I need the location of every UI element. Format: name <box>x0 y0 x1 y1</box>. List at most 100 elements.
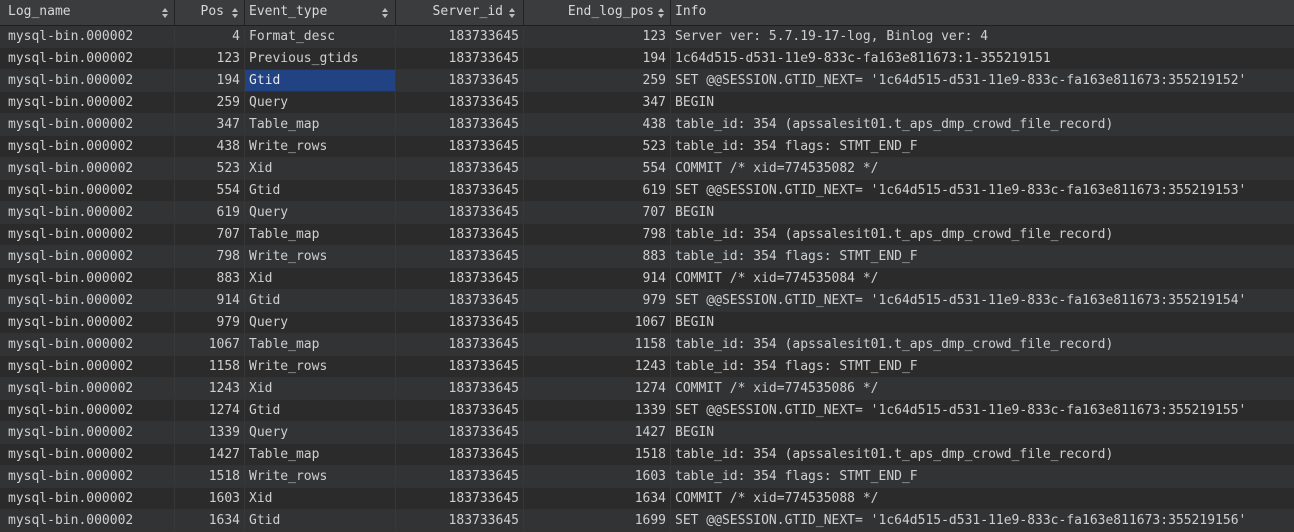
cell-pos[interactable]: 1067 <box>175 334 245 355</box>
cell-log-name[interactable]: mysql-bin.000002 <box>4 114 175 135</box>
sort-icon[interactable] <box>658 8 664 18</box>
cell-info[interactable]: table_id: 354 (apssalesit01.t_aps_dmp_cr… <box>671 444 1294 465</box>
cell-end-log-pos[interactable]: 123 <box>524 26 671 47</box>
cell-server-id[interactable]: 183733645 <box>396 510 524 531</box>
cell-info[interactable]: 1c64d515-d531-11e9-833c-fa163e811673:1-3… <box>671 48 1294 69</box>
cell-info[interactable]: table_id: 354 flags: STMT_END_F <box>671 136 1294 157</box>
cell-log-name[interactable]: mysql-bin.000002 <box>4 334 175 355</box>
cell-end-log-pos[interactable]: 259 <box>524 70 671 91</box>
cell-end-log-pos[interactable]: 194 <box>524 48 671 69</box>
sort-icon[interactable] <box>162 8 168 18</box>
cell-info[interactable]: table_id: 354 (apssalesit01.t_aps_dmp_cr… <box>671 114 1294 135</box>
cell-log-name[interactable]: mysql-bin.000002 <box>4 312 175 333</box>
table-row[interactable]: mysql-bin.000002 914 Gtid 183733645 979 SET @… <box>0 290 1294 312</box>
cell-info[interactable]: table_id: 354 (apssalesit01.t_aps_dmp_cr… <box>671 224 1294 245</box>
cell-event-type[interactable]: Write_rows <box>245 136 396 157</box>
cell-end-log-pos[interactable]: 979 <box>524 290 671 311</box>
column-header-log-name[interactable]: Log_name <box>4 0 175 25</box>
cell-server-id[interactable]: 183733645 <box>396 48 524 69</box>
table-row[interactable]: mysql-bin.000002 523 Xid 183733645 554 COMMIT… <box>0 158 1294 180</box>
cell-log-name[interactable]: mysql-bin.000002 <box>4 158 175 179</box>
cell-log-name[interactable]: mysql-bin.000002 <box>4 26 175 47</box>
cell-log-name[interactable]: mysql-bin.000002 <box>4 246 175 267</box>
cell-event-type[interactable]: Xid <box>245 378 396 399</box>
cell-info[interactable]: table_id: 354 flags: STMT_END_F <box>671 356 1294 377</box>
cell-log-name[interactable]: mysql-bin.000002 <box>4 70 175 91</box>
cell-info[interactable]: SET @@SESSION.GTID_NEXT= '1c64d515-d531-… <box>671 510 1294 531</box>
cell-info[interactable]: COMMIT /* xid=774535088 */ <box>671 488 1294 509</box>
cell-pos[interactable]: 707 <box>175 224 245 245</box>
cell-log-name[interactable]: mysql-bin.000002 <box>4 466 175 487</box>
cell-event-type[interactable]: Write_rows <box>245 466 396 487</box>
cell-end-log-pos[interactable]: 707 <box>524 202 671 223</box>
cell-event-type[interactable]: Gtid <box>245 400 396 421</box>
table-row[interactable]: mysql-bin.000002 4 Format_desc 183733645 123… <box>0 26 1294 48</box>
cell-server-id[interactable]: 183733645 <box>396 136 524 157</box>
cell-server-id[interactable]: 183733645 <box>396 422 524 443</box>
cell-pos[interactable]: 523 <box>175 158 245 179</box>
cell-log-name[interactable]: mysql-bin.000002 <box>4 92 175 113</box>
cell-server-id[interactable]: 183733645 <box>396 114 524 135</box>
cell-event-type[interactable]: Table_map <box>245 114 396 135</box>
cell-server-id[interactable]: 183733645 <box>396 466 524 487</box>
cell-event-type[interactable]: Table_map <box>245 444 396 465</box>
cell-info[interactable]: SET @@SESSION.GTID_NEXT= '1c64d515-d531-… <box>671 70 1294 91</box>
cell-info[interactable]: SET @@SESSION.GTID_NEXT= '1c64d515-d531-… <box>671 290 1294 311</box>
cell-pos[interactable]: 1274 <box>175 400 245 421</box>
table-row[interactable]: mysql-bin.000002 798 Write_rows 183733645 88… <box>0 246 1294 268</box>
table-row[interactable]: mysql-bin.000002 194 Gtid 183733645 259 SET @… <box>0 70 1294 92</box>
cell-server-id[interactable]: 183733645 <box>396 70 524 91</box>
cell-pos[interactable]: 1634 <box>175 510 245 531</box>
cell-pos[interactable]: 347 <box>175 114 245 135</box>
cell-info[interactable]: Server ver: 5.7.19-17-log, Binlog ver: 4 <box>671 26 1294 47</box>
table-row[interactable]: mysql-bin.000002 1603 Xid 183733645 1634 COMM… <box>0 488 1294 510</box>
cell-event-type[interactable]: Gtid <box>245 290 396 311</box>
cell-log-name[interactable]: mysql-bin.000002 <box>4 510 175 531</box>
cell-end-log-pos[interactable]: 619 <box>524 180 671 201</box>
cell-end-log-pos[interactable]: 914 <box>524 268 671 289</box>
cell-server-id[interactable]: 183733645 <box>396 488 524 509</box>
cell-server-id[interactable]: 183733645 <box>396 378 524 399</box>
column-header-server-id[interactable]: Server_id <box>396 0 524 25</box>
cell-server-id[interactable]: 183733645 <box>396 444 524 465</box>
table-row[interactable]: mysql-bin.000002 123 Previous_gtids 1837336… <box>0 48 1294 70</box>
cell-server-id[interactable]: 183733645 <box>396 26 524 47</box>
cell-pos[interactable]: 1243 <box>175 378 245 399</box>
cell-pos[interactable]: 438 <box>175 136 245 157</box>
cell-pos[interactable]: 259 <box>175 92 245 113</box>
cell-event-type[interactable]: Query <box>245 92 396 113</box>
cell-end-log-pos[interactable]: 883 <box>524 246 671 267</box>
table-row[interactable]: mysql-bin.000002 1518 Write_rows 183733645 1… <box>0 466 1294 488</box>
cell-end-log-pos[interactable]: 438 <box>524 114 671 135</box>
cell-info[interactable]: BEGIN <box>671 92 1294 113</box>
cell-pos[interactable]: 979 <box>175 312 245 333</box>
cell-end-log-pos[interactable]: 347 <box>524 92 671 113</box>
cell-pos[interactable]: 194 <box>175 70 245 91</box>
cell-log-name[interactable]: mysql-bin.000002 <box>4 268 175 289</box>
table-row[interactable]: mysql-bin.000002 1339 Query 183733645 1427 BE… <box>0 422 1294 444</box>
cell-event-type[interactable]: Table_map <box>245 334 396 355</box>
table-row[interactable]: mysql-bin.000002 438 Write_rows 183733645 52… <box>0 136 1294 158</box>
cell-pos[interactable]: 4 <box>175 26 245 47</box>
cell-end-log-pos[interactable]: 1518 <box>524 444 671 465</box>
cell-pos[interactable]: 123 <box>175 48 245 69</box>
cell-pos[interactable]: 798 <box>175 246 245 267</box>
cell-end-log-pos[interactable]: 1274 <box>524 378 671 399</box>
sort-icon[interactable] <box>509 8 515 18</box>
column-header-pos[interactable]: Pos <box>175 0 245 25</box>
cell-event-type[interactable]: Write_rows <box>245 246 396 267</box>
cell-event-type[interactable]: Table_map <box>245 224 396 245</box>
cell-event-type[interactable]: Format_desc <box>245 26 396 47</box>
cell-info[interactable]: COMMIT /* xid=774535082 */ <box>671 158 1294 179</box>
cell-pos[interactable]: 883 <box>175 268 245 289</box>
column-header-end-log-pos[interactable]: End_log_pos <box>524 0 671 25</box>
cell-end-log-pos[interactable]: 1067 <box>524 312 671 333</box>
cell-server-id[interactable]: 183733645 <box>396 290 524 311</box>
table-row[interactable]: mysql-bin.000002 1158 Write_rows 183733645 1… <box>0 356 1294 378</box>
cell-pos[interactable]: 1427 <box>175 444 245 465</box>
column-header-event-type[interactable]: Event_type <box>245 0 396 25</box>
cell-info[interactable]: BEGIN <box>671 422 1294 443</box>
cell-info[interactable]: BEGIN <box>671 202 1294 223</box>
cell-event-type[interactable]: Previous_gtids <box>245 48 396 69</box>
cell-info[interactable]: table_id: 354 flags: STMT_END_F <box>671 466 1294 487</box>
